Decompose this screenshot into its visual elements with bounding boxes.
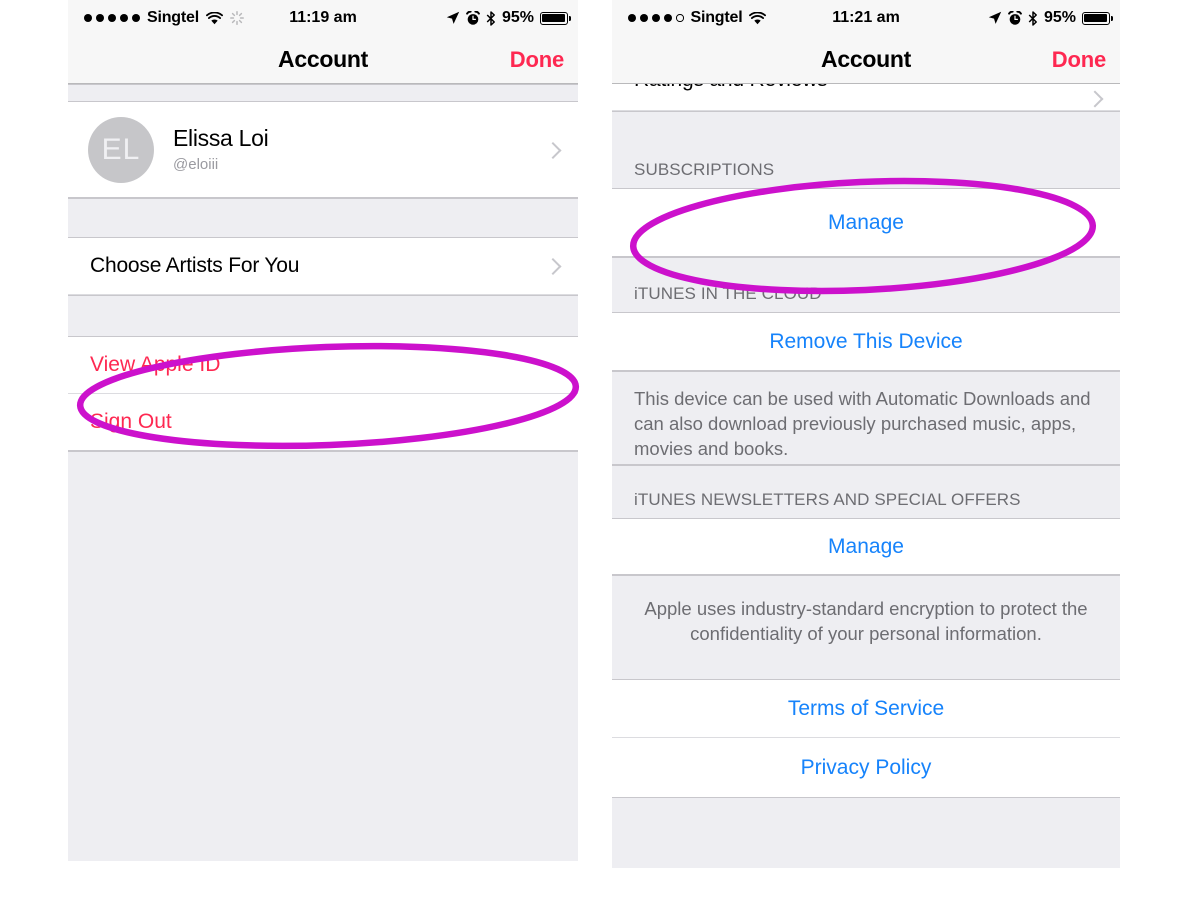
chevron-right-icon	[1089, 92, 1102, 105]
section-header-itunes-cloud: iTUNES IN THE CLOUD	[612, 257, 1120, 313]
status-bar-right: Singtel 11:21 am 95%	[612, 0, 1120, 36]
avatar: EL	[88, 116, 154, 183]
remove-this-device-button[interactable]: Remove This Device	[612, 313, 1120, 371]
chevron-right-icon	[547, 260, 560, 273]
footnote-text: Apple uses industry-standard encryption …	[644, 598, 1088, 644]
manage-subscriptions-label: Manage	[828, 210, 904, 234]
page-title: Account	[821, 46, 911, 72]
view-apple-id-button[interactable]: View Apple ID	[68, 337, 578, 394]
account-handle: @eloiii	[173, 155, 219, 173]
navigation-bar-right: Account Done	[612, 36, 1120, 84]
manage-subscriptions-button[interactable]: Manage	[612, 189, 1120, 257]
itunes-cloud-footnote: This device can be used with Automatic D…	[612, 371, 1120, 465]
navigation-bar-left: Account Done	[68, 36, 578, 84]
sign-out-button[interactable]: Sign Out	[68, 394, 578, 451]
footnote-text: This device can be used with Automatic D…	[634, 388, 1091, 459]
section-header-subscriptions: SUBSCRIPTIONS	[612, 111, 1120, 189]
terms-of-service-label: Terms of Service	[787, 696, 945, 720]
group-spacer-top	[68, 84, 578, 102]
group-spacer-2	[68, 295, 578, 337]
terms-of-service-link[interactable]: Terms of Service	[612, 680, 1120, 738]
section-header-label: SUBSCRIPTIONS	[634, 160, 775, 179]
account-row[interactable]: EL Elissa Loi @eloiii	[68, 102, 578, 198]
privacy-policy-label: Privacy Policy	[800, 755, 932, 779]
empty-area-bottom	[68, 451, 578, 861]
row-choose-artists[interactable]: Choose Artists For You	[68, 238, 578, 295]
status-bar-clock: 11:19 am	[289, 9, 357, 26]
privacy-policy-link[interactable]: Privacy Policy	[612, 738, 1120, 798]
group-spacer-1	[68, 198, 578, 238]
section-header-label: iTUNES IN THE CLOUD	[634, 284, 822, 303]
row-label: Ratings and Reviews	[612, 84, 828, 92]
row-ratings-and-reviews[interactable]: Ratings and Reviews	[612, 84, 1120, 111]
battery-icon	[1082, 11, 1114, 25]
view-apple-id-label: View Apple ID	[90, 353, 221, 376]
phone-screenshot-left: Singtel 11:19 am 95% Account Done EL Eli…	[68, 0, 578, 900]
account-name: Elissa Loi	[173, 125, 269, 152]
phone-screenshot-right: Singtel 11:21 am 95% Account Done SUBSCR…	[612, 0, 1120, 900]
section-header-newsletters: iTUNES NEWSLETTERS AND SPECIAL OFFERS	[612, 465, 1120, 519]
done-button[interactable]: Done	[510, 47, 564, 73]
chevron-right-icon	[547, 143, 560, 156]
status-bar-clock: 11:21 am	[832, 9, 900, 26]
sign-out-label: Sign Out	[90, 410, 172, 433]
account-text-block: Elissa Loi @eloiii	[173, 125, 269, 173]
page-title: Account	[278, 46, 368, 72]
manage-newsletters-button[interactable]: Manage	[612, 519, 1120, 575]
empty-area-bottom	[612, 798, 1120, 868]
section-header-label: iTUNES NEWSLETTERS AND SPECIAL OFFERS	[634, 490, 1021, 509]
manage-newsletters-label: Manage	[828, 534, 904, 558]
row-label: Choose Artists For You	[90, 254, 300, 277]
remove-this-device-label: Remove This Device	[769, 329, 963, 353]
privacy-footnote: Apple uses industry-standard encryption …	[612, 575, 1120, 680]
battery-icon	[540, 11, 572, 25]
status-bar-left: Singtel 11:19 am 95%	[68, 0, 578, 36]
done-button[interactable]: Done	[1052, 47, 1106, 73]
